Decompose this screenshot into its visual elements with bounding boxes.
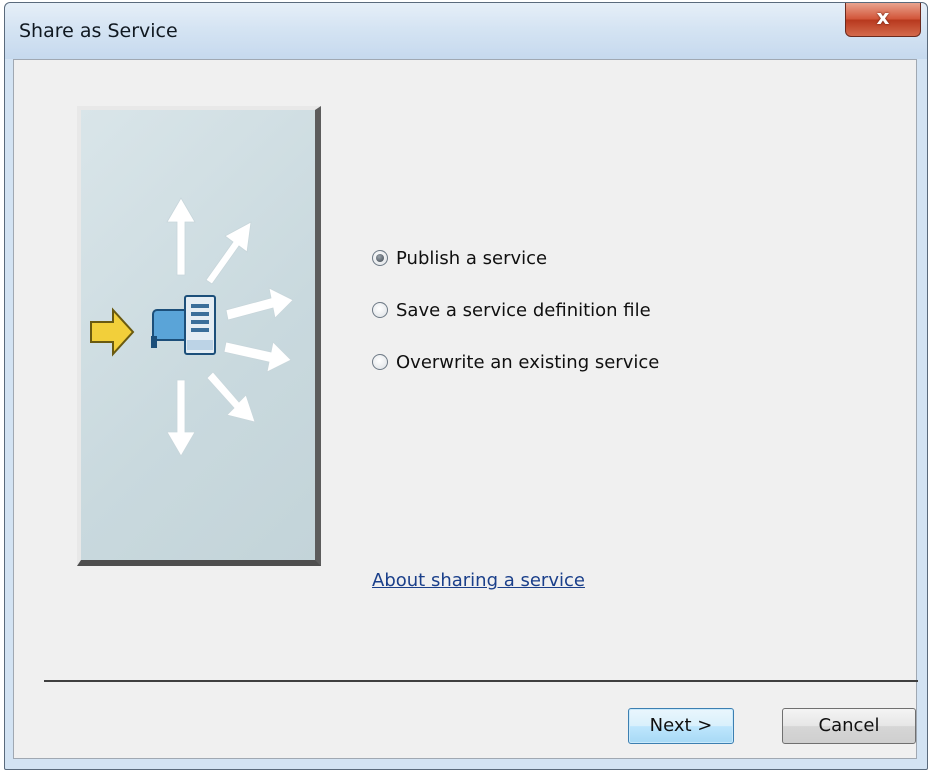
dialog-content: Publish a service Save a service definit… xyxy=(13,59,918,759)
close-icon: x xyxy=(876,5,890,29)
share-options-group: Publish a service Save a service definit… xyxy=(372,232,659,388)
option-label: Save a service definition file xyxy=(396,299,651,321)
yellow-arrow-icon xyxy=(90,307,135,357)
window-title: Share as Service xyxy=(19,20,178,42)
radio-publish-service[interactable] xyxy=(372,250,388,266)
option-save-definition-file[interactable]: Save a service definition file xyxy=(372,284,659,336)
share-as-service-dialog: Share as Service x Publish a service Sav… xyxy=(4,2,928,770)
next-button[interactable]: Next > xyxy=(628,708,734,744)
cancel-button[interactable]: Cancel xyxy=(782,708,916,744)
wizard-illustration xyxy=(77,106,321,566)
option-publish-service[interactable]: Publish a service xyxy=(372,232,659,284)
server-icon xyxy=(151,295,216,355)
close-button[interactable]: x xyxy=(845,3,921,37)
title-bar[interactable]: Share as Service x xyxy=(5,3,927,59)
radio-save-definition-file[interactable] xyxy=(372,302,388,318)
footer-separator xyxy=(44,680,918,682)
option-label: Overwrite an existing service xyxy=(396,351,660,373)
about-sharing-link[interactable]: About sharing a service xyxy=(372,570,585,591)
option-label: Publish a service xyxy=(396,247,548,269)
radio-overwrite-service[interactable] xyxy=(372,354,388,370)
share-service-graphic xyxy=(90,197,294,457)
option-overwrite-service[interactable]: Overwrite an existing service xyxy=(372,336,659,388)
